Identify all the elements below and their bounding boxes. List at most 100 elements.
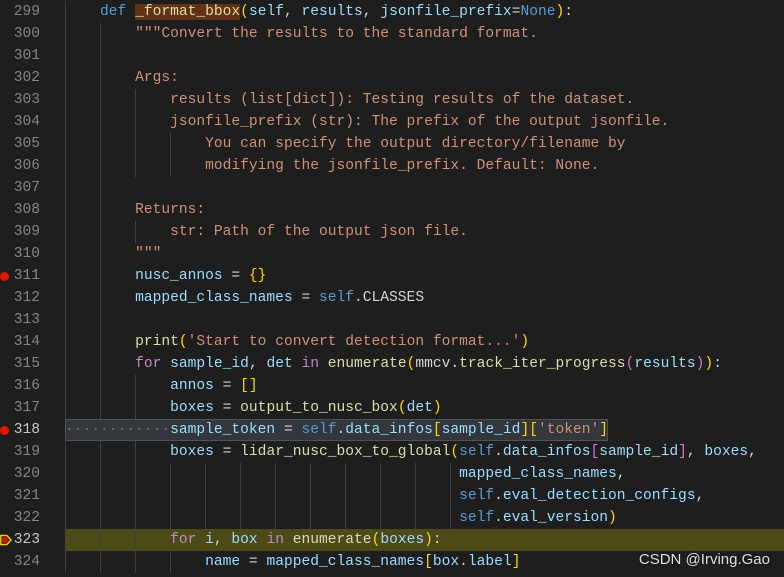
line-gutter[interactable]: 309 [0, 221, 65, 243]
code-text[interactable]: print('Start to convert detection format… [65, 331, 529, 353]
line-content[interactable]: You can specify the output directory/fil… [65, 133, 784, 155]
line-number: 305 [13, 136, 40, 152]
line-gutter[interactable]: 302 [0, 67, 65, 89]
line-content[interactable]: for i, box in enumerate(boxes): [65, 529, 784, 551]
breakpoint-icon[interactable] [0, 426, 9, 435]
line-content[interactable]: ············sample_token = self.data_inf… [65, 419, 784, 441]
code-text[interactable]: """Convert the results to the standard f… [65, 23, 538, 45]
line-gutter[interactable]: 303 [0, 89, 65, 111]
line-content[interactable]: boxes = output_to_nusc_box(det) [65, 397, 784, 419]
code-text[interactable]: name = mapped_class_names[box.label] [65, 551, 520, 573]
line-content[interactable]: boxes = lidar_nusc_box_to_global(self.da… [65, 441, 784, 463]
code-token: = [292, 290, 319, 306]
line-gutter[interactable]: 315 [0, 353, 65, 375]
paused-breakpoint-arrow-icon[interactable] [0, 533, 12, 547]
line-content[interactable]: mapped_class_names, [65, 463, 784, 485]
line-gutter[interactable]: 316 [0, 375, 65, 397]
line-gutter[interactable]: 300 [0, 23, 65, 45]
line-content[interactable]: self.eval_version) [65, 507, 784, 529]
line-content[interactable]: jsonfile_prefix (str): The prefix of the… [65, 111, 784, 133]
code-text[interactable]: boxes = lidar_nusc_box_to_global(self.da… [65, 441, 757, 463]
code-text[interactable]: for i, box in enumerate(boxes): [65, 529, 442, 551]
line-gutter[interactable]: 324 [0, 551, 65, 573]
line-gutter[interactable]: 301 [0, 45, 65, 67]
line-number: 317 [13, 400, 40, 416]
line-gutter[interactable]: 317 [0, 397, 65, 419]
line-gutter[interactable]: 310 [0, 243, 65, 265]
line-content[interactable]: mapped_class_names = self.CLASSES [65, 287, 784, 309]
line-content[interactable] [65, 45, 784, 67]
breakpoint-icon[interactable] [0, 272, 9, 281]
code-token: : [564, 4, 574, 20]
code-text[interactable]: results (list[dict]): Testing results of… [65, 89, 634, 111]
code-text[interactable]: str: Path of the output json file. [65, 221, 468, 243]
code-text[interactable]: def _format_bbox(self, results, jsonfile… [65, 1, 573, 23]
line-gutter[interactable]: 321 [0, 485, 65, 507]
code-token: modifying the jsonfile_prefix. Default: … [205, 158, 600, 174]
code-token: jsonfile_prefix (str): The prefix of the… [170, 114, 670, 130]
line-content[interactable]: annos = [] [65, 375, 784, 397]
line-gutter[interactable]: 319 [0, 441, 65, 463]
code-text[interactable]: annos = [] [65, 375, 258, 397]
code-text[interactable]: mapped_class_names, [65, 463, 625, 485]
line-gutter[interactable]: 305 [0, 133, 65, 155]
line-content[interactable] [65, 309, 784, 331]
code-token: mapped_class_names [266, 554, 425, 570]
code-token: .CLASSES [354, 290, 425, 306]
code-text[interactable]: modifying the jsonfile_prefix. Default: … [65, 155, 599, 177]
line-content[interactable]: """ [65, 243, 784, 265]
code-token: = [213, 444, 241, 460]
line-gutter[interactable]: 304 [0, 111, 65, 133]
line-content[interactable]: nusc_annos = {} [65, 265, 784, 287]
line-gutter[interactable]: 312 [0, 287, 65, 309]
code-line: 313 [0, 309, 784, 331]
line-content[interactable]: """Convert the results to the standard f… [65, 23, 784, 45]
line-content[interactable]: results (list[dict]): Testing results of… [65, 89, 784, 111]
line-content[interactable]: modifying the jsonfile_prefix. Default: … [65, 155, 784, 177]
line-gutter[interactable]: 323 [0, 529, 65, 551]
code-text[interactable]: You can specify the output directory/fil… [65, 133, 625, 155]
line-content[interactable]: for sample_id, det in enumerate(mmcv.tra… [65, 353, 784, 375]
code-text[interactable]: """ [65, 243, 161, 265]
code-text[interactable]: ············sample_token = self.data_inf… [65, 419, 609, 441]
line-gutter[interactable]: 307 [0, 177, 65, 199]
code-token: None [520, 4, 556, 20]
line-gutter[interactable]: 308 [0, 199, 65, 221]
line-gutter[interactable]: 313 [0, 309, 65, 331]
code-text[interactable]: self.eval_detection_configs, [65, 485, 704, 507]
code-text[interactable]: nusc_annos = {} [65, 265, 266, 287]
code-text[interactable]: for sample_id, det in enumerate(mmcv.tra… [65, 353, 722, 375]
line-gutter[interactable]: 314 [0, 331, 65, 353]
line-gutter[interactable]: 322 [0, 507, 65, 529]
code-text[interactable]: jsonfile_prefix (str): The prefix of the… [65, 111, 669, 133]
line-gutter[interactable]: 320 [0, 463, 65, 485]
code-line: 301 [0, 45, 784, 67]
line-content[interactable]: self.eval_detection_configs, [65, 485, 784, 507]
code-text[interactable]: boxes = output_to_nusc_box(det) [65, 397, 442, 419]
line-gutter[interactable]: 318 [0, 419, 65, 441]
line-gutter[interactable]: 299 [0, 1, 65, 23]
code-token: nusc_annos [135, 268, 223, 284]
code-token: i [205, 532, 214, 548]
code-token: {} [248, 268, 267, 284]
code-text[interactable]: Returns: [65, 199, 205, 221]
code-text[interactable]: mapped_class_names = self.CLASSES [65, 287, 424, 309]
line-content[interactable]: str: Path of the output json file. [65, 221, 784, 243]
code-token: 'token' [537, 422, 600, 438]
line-gutter[interactable]: 311 [0, 265, 65, 287]
line-content[interactable]: def _format_bbox(self, results, jsonfile… [65, 1, 784, 23]
line-gutter[interactable]: 306 [0, 155, 65, 177]
line-content[interactable]: Returns: [65, 199, 784, 221]
code-text[interactable]: Args: [65, 67, 179, 89]
line-content[interactable]: print('Start to convert detection format… [65, 331, 784, 353]
code-editor[interactable]: 299 def _format_bbox(self, results, json… [0, 0, 784, 577]
code-line: 320 mapped_class_names, [0, 463, 784, 485]
line-content[interactable] [65, 177, 784, 199]
line-content[interactable]: Args: [65, 67, 784, 89]
watermark-text: CSDN @Irving.Gao [638, 551, 770, 568]
code-token: sample_token [170, 422, 276, 438]
code-text[interactable]: self.eval_version) [65, 507, 617, 529]
